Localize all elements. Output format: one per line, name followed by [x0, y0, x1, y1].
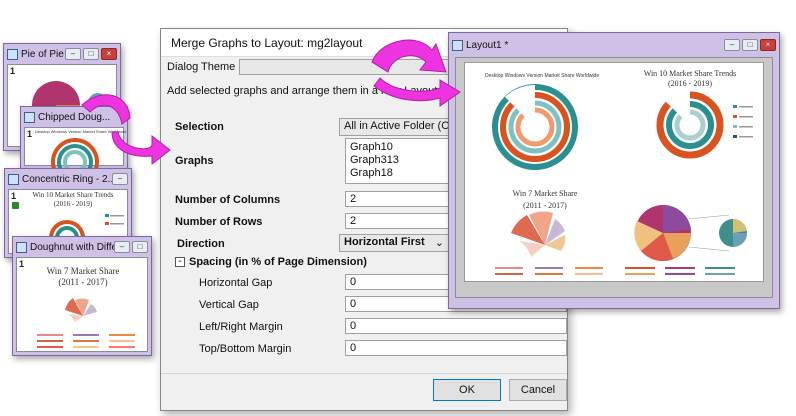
chipped-doughnut-window[interactable]: Chipped Doug... 1 Desktop Windows Versio…: [20, 106, 128, 172]
graph1-chipped-doughnut: [492, 84, 578, 170]
window-title: Doughnut with Differe...: [30, 241, 114, 253]
window-titlebar[interactable]: Chipped Doug...: [21, 107, 127, 127]
dialog-theme-label: Dialog Theme: [167, 61, 236, 73]
minimize-icon[interactable]: –: [65, 48, 81, 60]
layout-window-icon: [452, 39, 463, 51]
button-divider: [161, 373, 567, 374]
maximize-icon[interactable]: □: [132, 241, 148, 253]
chipped-doughnut-thumbnail: [51, 138, 99, 172]
chart-title: Win 7 Market Share (2011 - 2017): [46, 266, 120, 287]
layout-graphs: [492, 84, 753, 275]
doughnut-window[interactable]: Doughnut with Differe... –□ 1 Win 7 Mark…: [12, 236, 152, 356]
graph-page: 1 Desktop Windows Version Market Share W…: [24, 127, 126, 172]
page-number: 1: [10, 66, 16, 76]
window-titlebar[interactable]: Concentric Ring - 2... –: [5, 169, 131, 189]
graph4-pie-of-pie: [625, 204, 747, 275]
window-titlebar[interactable]: Doughnut with Differe... –□: [13, 237, 151, 257]
window-title: Layout1 *: [466, 39, 509, 51]
minimize-icon[interactable]: –: [114, 241, 130, 253]
hgap-label: Horizontal Gap: [199, 277, 273, 289]
lr-margin-label: Left/Right Margin: [199, 321, 283, 333]
description-text: Add selected graphs and arrange them in …: [167, 85, 438, 97]
vgap-label: Vertical Gap: [199, 299, 259, 311]
selection-label: Selection: [175, 121, 224, 133]
graph2-concentric-ring: [656, 90, 753, 159]
window-title: Chipped Doug...: [38, 111, 111, 123]
window-titlebar[interactable]: Layout1 * – □ ×: [449, 33, 779, 57]
layout-page-area: Desktop Windows Version Market Share Wor…: [455, 57, 773, 298]
graph-window-icon: [8, 173, 19, 185]
chart-title: Win 10 Market Share Trends (2016 - 2019): [32, 191, 114, 208]
graph-window-icon: [7, 48, 18, 60]
page-number: 1: [19, 259, 25, 269]
direction-label: Direction: [177, 238, 225, 250]
rows-label: Number of Rows: [175, 216, 263, 228]
cancel-button[interactable]: Cancel: [509, 379, 567, 401]
tb-margin-label: Top/Bottom Margin: [199, 343, 292, 355]
window-title: Pie of Pie: [21, 48, 64, 60]
close-icon[interactable]: ×: [760, 39, 776, 51]
minimize-icon[interactable]: –: [112, 173, 128, 185]
minus-box-icon[interactable]: -: [175, 257, 185, 267]
window-title: Concentric Ring - 2...: [22, 173, 112, 185]
close-icon[interactable]: ×: [101, 48, 117, 60]
tb-margin-input[interactable]: 0: [345, 340, 567, 356]
graph-page: 1 Win 7 Market Share (2011 - 2017): [16, 257, 148, 352]
lr-margin-input[interactable]: 0: [345, 318, 567, 334]
page-number: 1: [11, 191, 17, 201]
layout-page: Desktop Windows Version Market Share Wor…: [464, 62, 764, 282]
chevron-down-icon: ⌄: [434, 237, 444, 249]
ok-button[interactable]: OK: [433, 379, 501, 401]
lock-icon: [12, 202, 19, 209]
window-titlebar[interactable]: Pie of Pie – □ ×: [4, 44, 120, 64]
minimize-icon[interactable]: –: [724, 39, 740, 51]
maximize-icon[interactable]: □: [742, 39, 758, 51]
graphs-label: Graphs: [175, 155, 214, 167]
dialog-theme-combo[interactable]: [239, 59, 449, 75]
direction-combo[interactable]: Horizontal First ⌄: [339, 234, 449, 252]
spacing-section-label: Spacing (in % of Page Dimension): [189, 256, 367, 268]
columns-label: Number of Columns: [175, 194, 281, 206]
graph-window-icon: [16, 241, 27, 253]
graph3-doughnut: [495, 211, 603, 275]
graph-window-icon: [24, 111, 35, 123]
layout-window[interactable]: Layout1 * – □ × Desktop Windows Version Ma…: [448, 32, 780, 309]
maximize-icon[interactable]: □: [83, 48, 99, 60]
